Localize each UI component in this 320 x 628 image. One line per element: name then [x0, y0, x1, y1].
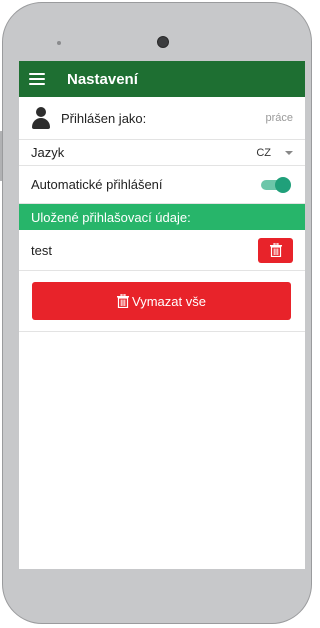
- language-label: Jazyk: [31, 145, 65, 160]
- side-button: [0, 131, 2, 181]
- user-icon: [31, 107, 51, 129]
- hamburger-icon[interactable]: [29, 73, 45, 85]
- proximity-sensor: [57, 41, 61, 45]
- language-select[interactable]: CZ: [256, 147, 271, 159]
- auto-login-row: Automatické přihlášení: [19, 166, 305, 204]
- front-camera: [157, 36, 169, 48]
- auto-login-label: Automatické přihlášení: [31, 177, 163, 192]
- language-row[interactable]: Jazyk CZ: [19, 140, 305, 166]
- chevron-down-icon[interactable]: [285, 150, 293, 155]
- clear-all-section: Vymazat vše: [19, 271, 305, 332]
- clear-all-button[interactable]: Vymazat vše: [32, 282, 291, 320]
- trash-icon: [117, 294, 130, 308]
- app-screen: Nastavení Přihlášen jako: práce Jazyk CZ…: [19, 61, 305, 569]
- delete-credential-button[interactable]: [258, 237, 293, 263]
- clear-all-label: Vymazat vše: [132, 293, 206, 309]
- app-bar: Nastavení: [19, 61, 305, 97]
- logged-in-row: Přihlášen jako: práce: [19, 97, 305, 140]
- trash-icon: [269, 243, 282, 257]
- phone-frame: Nastavení Přihlášen jako: práce Jazyk CZ…: [0, 2, 312, 624]
- logged-in-value: práce: [265, 112, 293, 124]
- auto-login-toggle[interactable]: [261, 176, 291, 193]
- logged-in-label: Přihlášen jako:: [61, 110, 147, 126]
- saved-credentials-header: Uložené přihlašovací údaje:: [19, 204, 305, 230]
- credential-name: test: [31, 242, 52, 258]
- page-title: Nastavení: [67, 70, 138, 88]
- list-item: test: [19, 230, 305, 271]
